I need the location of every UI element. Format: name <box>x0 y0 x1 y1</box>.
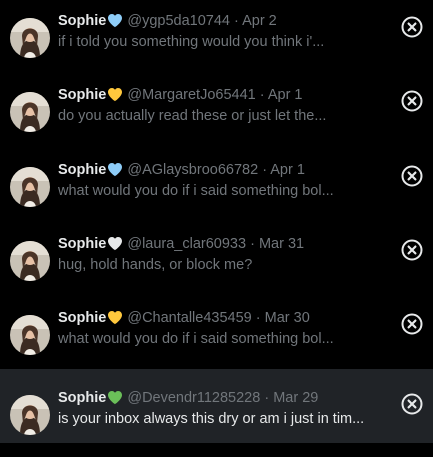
meta-separator: · <box>264 390 270 406</box>
close-circle-icon <box>401 393 423 415</box>
message-preview: what would you do if i said something bo… <box>58 331 334 347</box>
message-preview: do you actually read these or just let t… <box>58 108 327 124</box>
sender-name: Sophie <box>58 87 107 103</box>
close-circle-icon <box>401 239 423 261</box>
avatar[interactable] <box>10 92 50 132</box>
meta-separator: · <box>250 236 255 252</box>
conversation-meta: Sophie @Chantalle435459 · Mar 30 <box>58 309 385 330</box>
conversation-row[interactable]: Sophie @Chantalle435459 · Mar 30 what woul… <box>0 291 433 365</box>
message-preview: is your inbox always this dry or am i ju… <box>58 411 365 427</box>
avatar[interactable] <box>10 241 50 281</box>
avatar[interactable] <box>10 18 50 58</box>
white-heart-icon <box>107 236 123 256</box>
message-preview: if i told you something would you think … <box>58 34 325 50</box>
message-date: Apr 1 <box>267 87 303 103</box>
message-request-list: Sophie @ygp5da10744 · Apr 2 if i told you … <box>0 0 433 457</box>
message-preview: hug, hold hands, or block me? <box>58 257 253 273</box>
conversation-row[interactable]: Sophie @ygp5da10744 · Apr 2 if i told you … <box>0 0 433 68</box>
conversation-row[interactable]: Sophie @MargaretJo65441 · Apr 1 do you act… <box>0 68 433 142</box>
message-date: Mar 31 <box>258 236 305 252</box>
sender-handle: @Chantalle435459 <box>127 310 252 326</box>
sender-name: Sophie <box>58 162 107 178</box>
sender-name: Sophie <box>58 310 107 326</box>
close-circle-icon <box>401 165 423 187</box>
yellow-heart-icon <box>107 310 123 330</box>
conversation-meta: Sophie @AGlaysbroo66782 · Apr 1 <box>58 161 385 182</box>
conversation-row[interactable]: Sophie @AGlaysbroo66782 · Apr 1 what would… <box>0 143 433 217</box>
close-circle-icon <box>401 90 423 112</box>
sender-handle: @Devendr11285228 <box>127 390 261 406</box>
yellow-heart-icon <box>107 87 123 107</box>
message-date: Mar 30 <box>264 310 310 326</box>
green-heart-icon <box>107 390 123 410</box>
sender-handle: @ygp5da10744 <box>127 13 230 29</box>
dismiss-button[interactable] <box>401 313 423 335</box>
avatar[interactable] <box>10 315 50 355</box>
conversation-meta: Sophie @ygp5da10744 · Apr 2 <box>58 12 385 33</box>
sender-handle: @MargaretJo65441 <box>127 87 256 103</box>
avatar[interactable] <box>10 395 50 435</box>
dismiss-button[interactable] <box>401 16 423 38</box>
dismiss-button[interactable] <box>401 165 423 187</box>
avatar[interactable] <box>10 167 50 207</box>
message-date: Mar 29 <box>273 390 319 406</box>
sender-name: Sophie <box>58 390 107 406</box>
sender-handle: @AGlaysbroo66782 <box>127 162 259 178</box>
dismiss-button[interactable] <box>401 90 423 112</box>
blue-heart-icon <box>107 162 123 182</box>
conversation-meta: Sophie @laura_clar60933 · Mar 31 <box>58 235 385 256</box>
dismiss-button[interactable] <box>401 393 423 415</box>
conversation-row[interactable]: Sophie @Devendr11285228 · Mar 29 is your i… <box>0 369 433 443</box>
sender-handle: @laura_clar60933 <box>127 236 247 252</box>
close-circle-icon <box>401 313 423 335</box>
message-date: Apr 2 <box>242 13 277 29</box>
message-preview: what would you do if i said something bo… <box>58 183 334 199</box>
meta-separator: · <box>255 310 261 326</box>
blue-heart-icon <box>107 13 123 33</box>
conversation-meta: Sophie @Devendr11285228 · Mar 29 <box>58 389 385 410</box>
sender-name: Sophie <box>58 236 107 252</box>
dismiss-button[interactable] <box>401 239 423 261</box>
close-circle-icon <box>401 16 423 38</box>
conversation-meta: Sophie @MargaretJo65441 · Apr 1 <box>58 86 385 107</box>
meta-separator: · <box>259 87 265 103</box>
meta-separator: · <box>234 13 239 29</box>
meta-separator: · <box>262 162 268 178</box>
sender-name: Sophie <box>58 13 107 29</box>
message-date: Apr 1 <box>270 162 305 178</box>
conversation-row[interactable]: Sophie @laura_clar60933 · Mar 31 hug, hold… <box>0 217 433 291</box>
